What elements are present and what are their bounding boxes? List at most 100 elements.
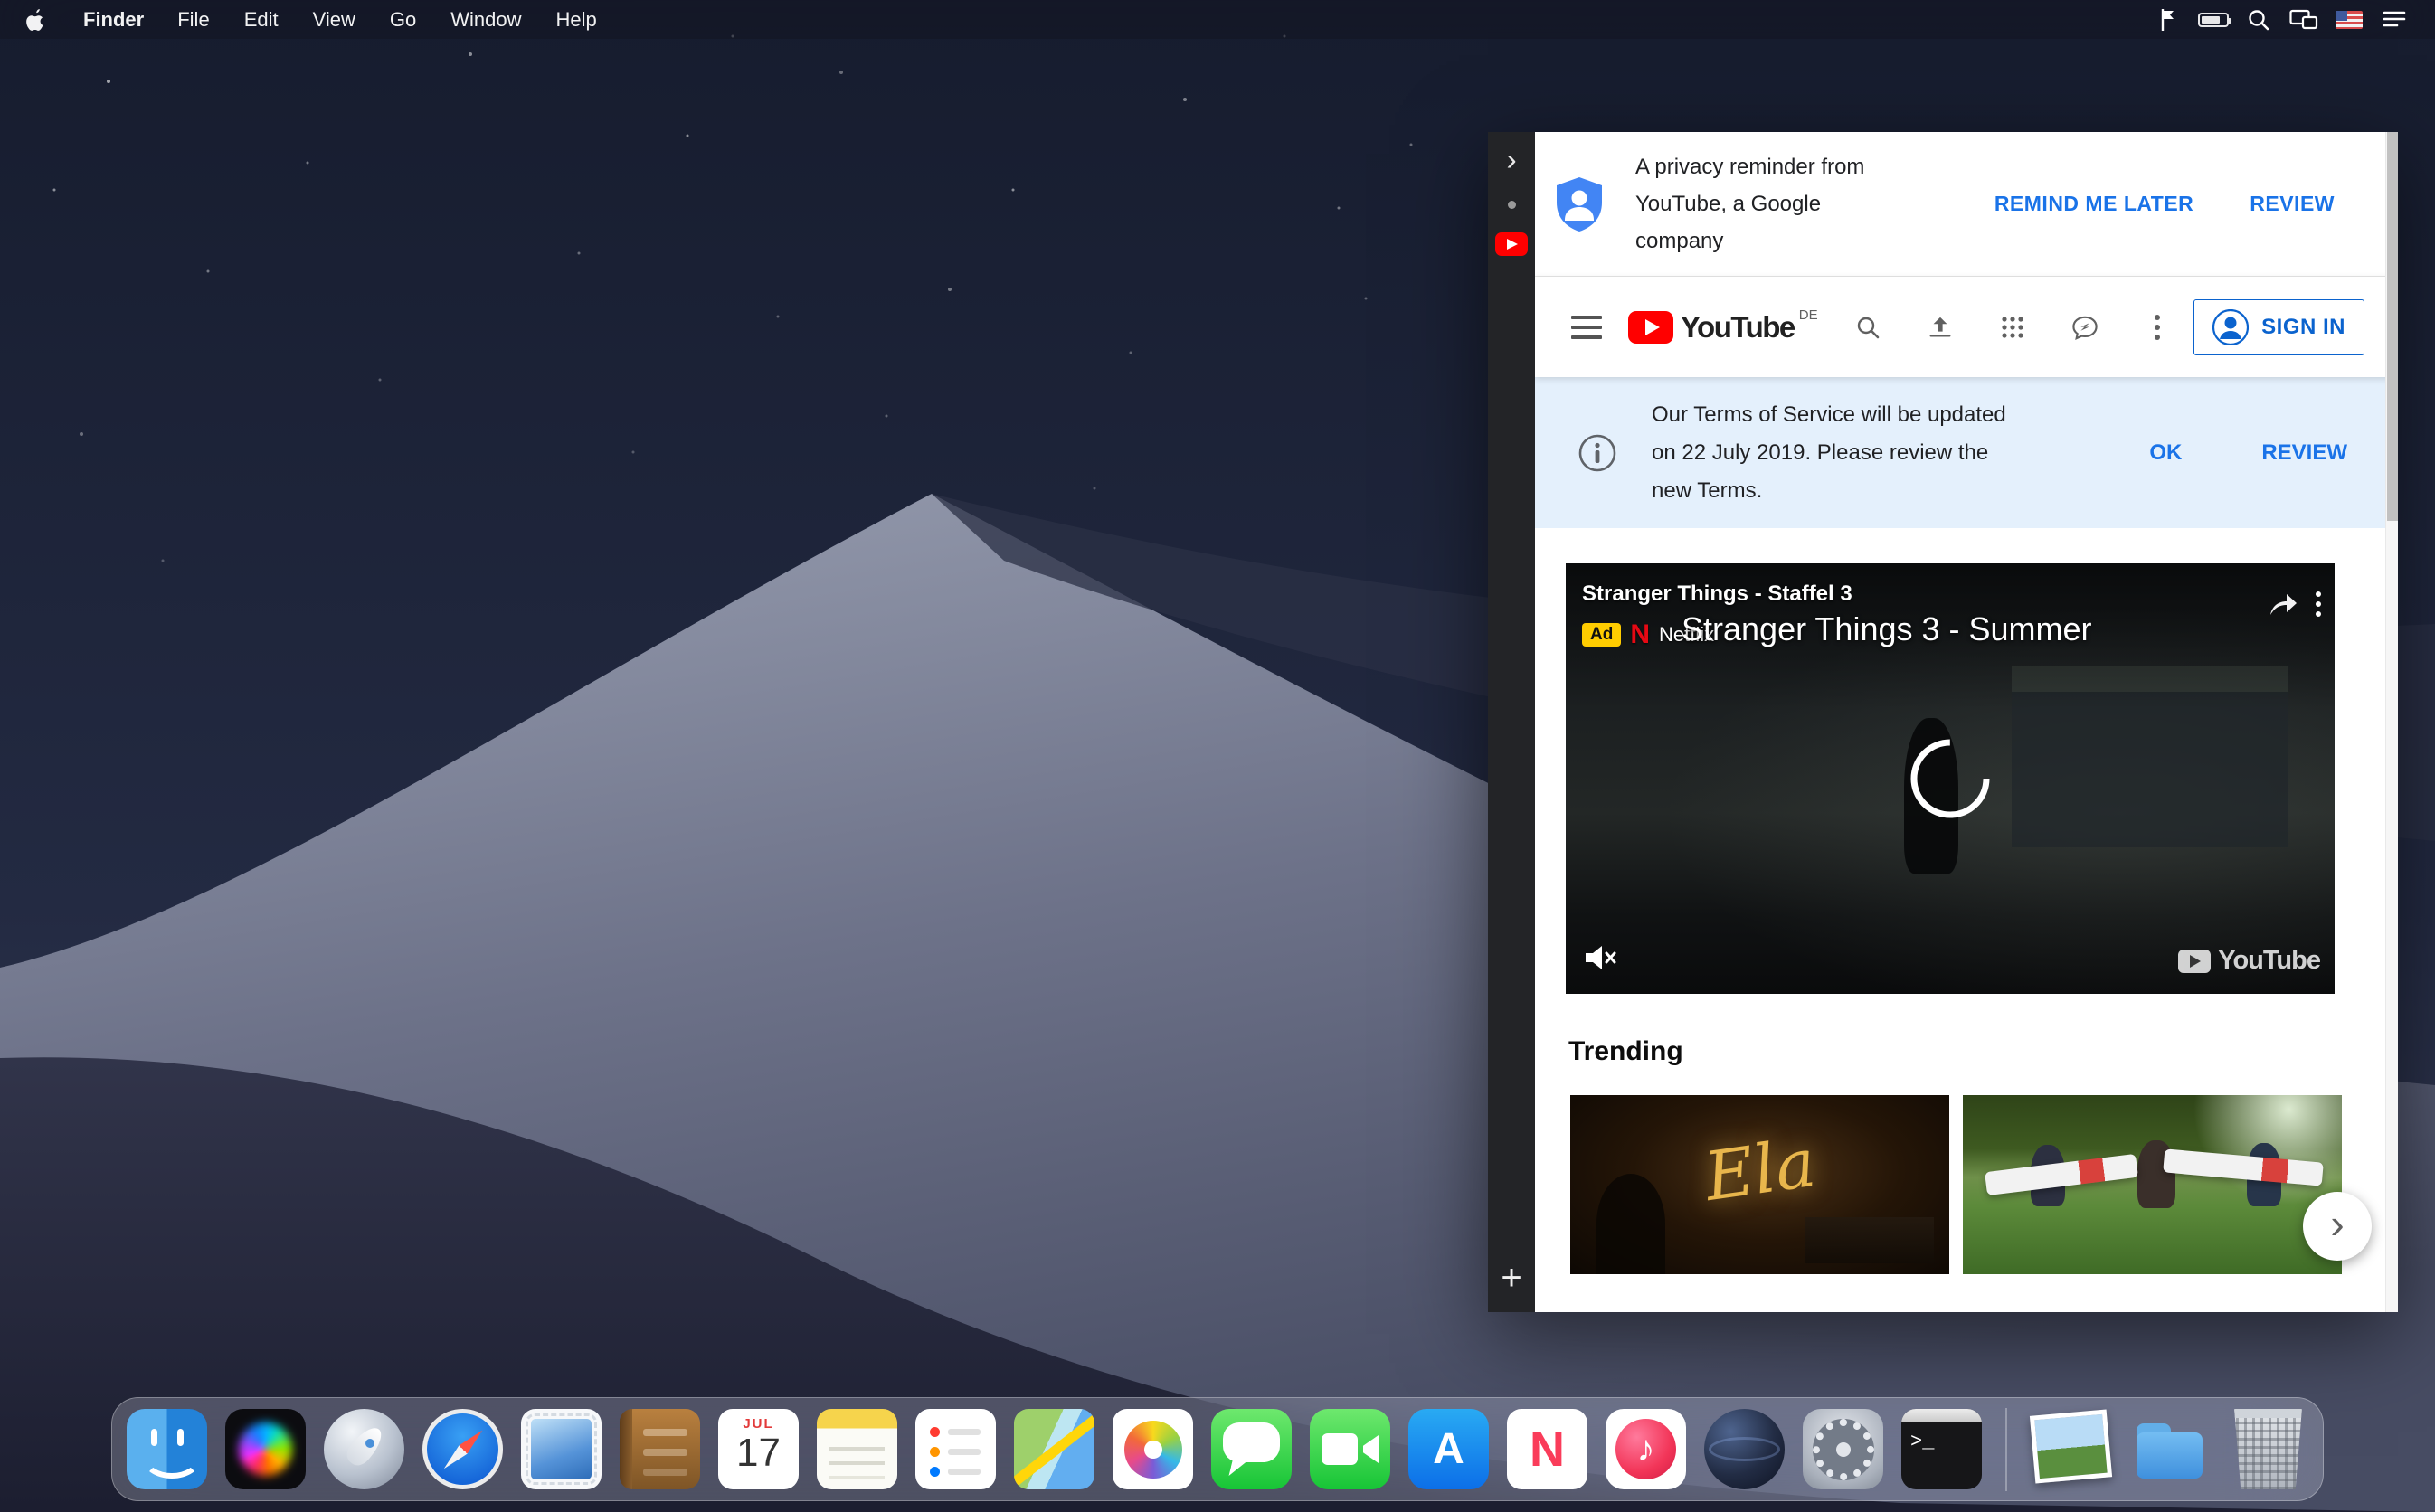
dock-calendar-icon[interactable]: JUL 17 bbox=[718, 1409, 799, 1489]
youtube-logo[interactable]: YouTube DE bbox=[1628, 309, 1818, 345]
sidebar-strip: › + bbox=[1488, 132, 1535, 1312]
carousel-next-button[interactable]: › bbox=[2303, 1192, 2372, 1261]
player-kebab-icon[interactable] bbox=[2315, 591, 2322, 618]
dock-reminders-icon[interactable] bbox=[915, 1409, 996, 1489]
calendar-month-label: JUL bbox=[718, 1416, 799, 1432]
battery-status-icon[interactable] bbox=[2194, 5, 2232, 35]
upload-button[interactable] bbox=[1928, 315, 1953, 340]
dock-mail-icon[interactable] bbox=[521, 1409, 602, 1489]
youtube-watermark: YouTube bbox=[2178, 946, 2320, 976]
video-player[interactable]: Stranger Things - Staffel 3 Ad N Netflix… bbox=[1566, 563, 2335, 994]
trending-heading: Trending bbox=[1568, 1036, 2398, 1067]
flag-status-icon[interactable] bbox=[2149, 5, 2187, 35]
panel-scrollbar[interactable] bbox=[2385, 132, 2398, 1312]
dock-facetime-icon[interactable] bbox=[1310, 1409, 1390, 1489]
remind-me-later-button[interactable]: REMIND ME LATER bbox=[1994, 192, 2193, 216]
apple-menu[interactable] bbox=[22, 8, 49, 32]
chat-bubble-icon bbox=[2072, 315, 2098, 340]
dock-terminal-icon[interactable]: >_ bbox=[1901, 1409, 1982, 1489]
watermark-play-icon bbox=[2178, 950, 2211, 973]
display-status-icon[interactable] bbox=[2285, 5, 2323, 35]
dock-notes-icon[interactable] bbox=[817, 1409, 897, 1489]
kebab-menu-icon bbox=[2154, 314, 2161, 341]
dock-downloads-folder-icon[interactable] bbox=[2129, 1409, 2210, 1489]
menu-bar: Finder File Edit View Go Window Help bbox=[0, 0, 2435, 39]
search-icon bbox=[1855, 315, 1881, 340]
itunes-note-glyph: ♪ bbox=[1637, 1429, 1655, 1469]
page-indicator-dot[interactable] bbox=[1508, 201, 1516, 209]
app-store-glyph: A bbox=[1433, 1424, 1464, 1474]
dock-contacts-icon[interactable] bbox=[620, 1409, 700, 1489]
trending-thumbnails: Ela bbox=[1570, 1095, 2398, 1274]
dock-app-store-icon[interactable]: A bbox=[1408, 1409, 1489, 1489]
menu-file[interactable]: File bbox=[160, 8, 226, 32]
share-icon[interactable] bbox=[2268, 591, 2298, 618]
menu-view[interactable]: View bbox=[296, 8, 373, 32]
youtube-play-icon bbox=[1628, 311, 1673, 344]
input-source-flag[interactable] bbox=[2330, 5, 2368, 35]
scrollbar-thumb[interactable] bbox=[2387, 132, 2398, 521]
privacy-review-button[interactable]: REVIEW bbox=[2250, 192, 2335, 216]
ad-badge: Ad bbox=[1582, 623, 1621, 647]
more-options-button[interactable] bbox=[2145, 315, 2170, 340]
dock-safari-icon[interactable] bbox=[422, 1409, 503, 1489]
menu-go[interactable]: Go bbox=[373, 8, 433, 32]
us-flag-icon bbox=[2336, 11, 2363, 29]
search-icon bbox=[2247, 8, 2270, 32]
battery-icon bbox=[2198, 13, 2229, 27]
ad-video-title[interactable]: Stranger Things - Staffel 3 bbox=[1582, 581, 1852, 607]
menu-help[interactable]: Help bbox=[539, 8, 614, 32]
terms-notice: Our Terms of Service will be updated on … bbox=[1535, 377, 2398, 528]
sign-in-label: SIGN IN bbox=[2261, 315, 2345, 340]
dock-itunes-icon[interactable]: ♪ bbox=[1606, 1409, 1686, 1489]
news-glyph: N bbox=[1530, 1422, 1565, 1478]
dock-photos-icon[interactable] bbox=[1113, 1409, 1193, 1489]
notification-center-button[interactable] bbox=[2375, 5, 2413, 35]
dock-pictures-stack-icon[interactable] bbox=[2031, 1409, 2111, 1489]
trending-thumbnail-ela[interactable]: Ela bbox=[1570, 1095, 1949, 1274]
player-top-right-controls bbox=[2268, 591, 2322, 618]
video-overlay-title[interactable]: Stranger Things 3 - Summer bbox=[1682, 610, 2092, 648]
upload-icon bbox=[1928, 315, 1953, 340]
account-avatar-icon bbox=[2212, 309, 2249, 345]
dock-siri-icon[interactable] bbox=[225, 1409, 306, 1489]
search-button[interactable] bbox=[1855, 315, 1881, 340]
dock-trash-icon[interactable] bbox=[2228, 1409, 2308, 1489]
hamburger-menu-button[interactable] bbox=[1571, 316, 1602, 339]
privacy-banner: A privacy reminder from YouTube, a Googl… bbox=[1535, 132, 2398, 277]
youtube-favicon[interactable] bbox=[1495, 232, 1528, 256]
muted-volume-icon[interactable] bbox=[1582, 941, 1618, 974]
dock-system-preferences-icon[interactable] bbox=[1803, 1409, 1883, 1489]
terms-notice-message: Our Terms of Service will be updated on … bbox=[1652, 396, 2077, 510]
dock-finder-icon[interactable] bbox=[127, 1409, 207, 1489]
messages-button[interactable] bbox=[2072, 315, 2098, 340]
dock-maps-icon[interactable] bbox=[1014, 1409, 1094, 1489]
dock-news-icon[interactable]: N bbox=[1507, 1409, 1587, 1489]
add-page-button[interactable]: + bbox=[1501, 1260, 1521, 1296]
dock-launchpad-icon[interactable] bbox=[324, 1409, 404, 1489]
display-icon bbox=[2289, 8, 2318, 32]
trending-thumbnail-planes[interactable] bbox=[1963, 1095, 2342, 1274]
terms-review-button[interactable]: REVIEW bbox=[2261, 440, 2347, 466]
dock-messages-icon[interactable] bbox=[1211, 1409, 1292, 1489]
dock: JUL 17 A N ♪ >_ bbox=[111, 1397, 2324, 1501]
netflix-logo-icon: N bbox=[1630, 619, 1650, 650]
spotlight-button[interactable] bbox=[2240, 5, 2278, 35]
apps-grid-button[interactable] bbox=[2000, 315, 2025, 340]
loading-spinner bbox=[1907, 735, 1994, 822]
ela-title-art: Ela bbox=[1700, 1124, 1820, 1216]
dock-dashboard-icon[interactable] bbox=[1704, 1409, 1785, 1489]
youtube-region-label: DE bbox=[1799, 307, 1818, 323]
sign-in-button[interactable]: SIGN IN bbox=[2193, 299, 2364, 355]
active-app-name[interactable]: Finder bbox=[72, 8, 155, 32]
terminal-prompt-glyph: >_ bbox=[1910, 1431, 1934, 1453]
apps-grid-icon bbox=[2000, 315, 2025, 340]
privacy-shield-icon bbox=[1553, 175, 1606, 233]
expand-panel-button[interactable]: › bbox=[1506, 145, 1516, 175]
terms-ok-button[interactable]: OK bbox=[2149, 440, 2182, 466]
privacy-banner-message: A privacy reminder from YouTube, a Googl… bbox=[1635, 148, 1934, 260]
menu-window[interactable]: Window bbox=[433, 8, 538, 32]
menu-bar-status-area bbox=[2149, 5, 2413, 35]
model-airplane bbox=[2163, 1149, 2324, 1186]
menu-edit[interactable]: Edit bbox=[227, 8, 296, 32]
